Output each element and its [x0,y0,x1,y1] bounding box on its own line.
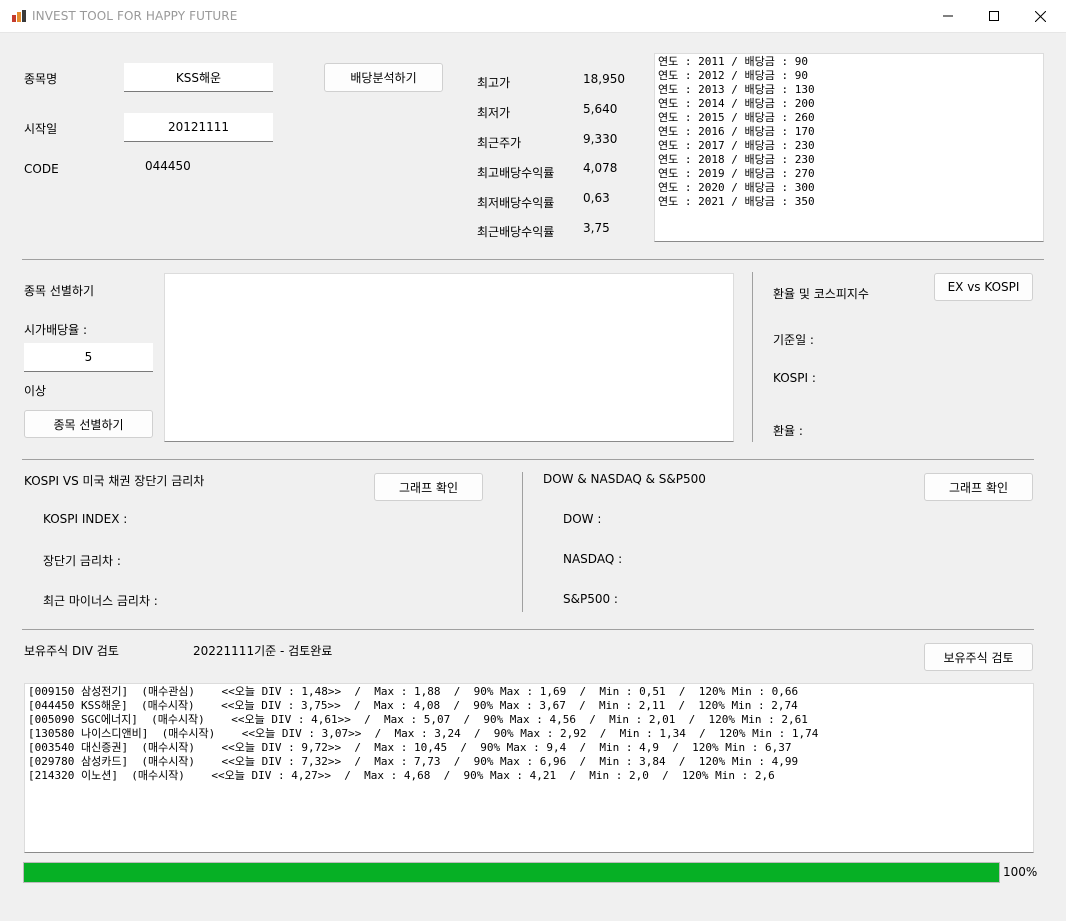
ex-vs-kospi-button[interactable]: EX vs KOSPI [934,273,1033,301]
divider [22,629,1034,630]
code-label: CODE [24,162,59,176]
stat-value-min-yield: 0,63 [583,191,610,205]
dividend-line: 연도 : 2017 / 배당금 : 230 [658,139,815,152]
dividend-line: 연도 : 2019 / 배당금 : 270 [658,167,815,180]
analyze-dividend-button[interactable]: 배당분석하기 [324,63,443,92]
screening-result-textbox[interactable] [164,273,734,442]
progress-bar [23,862,1000,883]
holdings-result-textbox[interactable]: [009150 삼성전기] (매수관심) <<오늘 DIV : 1,48>> /… [24,683,1034,853]
maximize-icon [989,11,999,21]
holding-line: [214320 이노션] (매수시작) <<오늘 DIV : 4,27>> / … [28,769,775,782]
dow-label: DOW : [563,512,602,526]
dividend-line: 연도 : 2011 / 배당금 : 90 [658,55,808,68]
holding-line: [044450 KSS해운] (매수시작) <<오늘 DIV : 3,75>> … [28,699,798,712]
dividend-line: 연도 : 2015 / 배당금 : 260 [658,111,815,124]
holding-line: [029780 삼성카드] (매수시작) <<오늘 DIV : 7,32>> /… [28,755,799,768]
progress-label: 100% [1003,865,1038,879]
holding-line: [009150 삼성전기] (매수관심) <<오늘 DIV : 1,48>> /… [28,685,799,698]
dividend-line: 연도 : 2021 / 배당금 : 350 [658,195,815,208]
dividend-line: 연도 : 2016 / 배당금 : 170 [658,125,815,138]
stat-value-recent-yield: 3,75 [583,221,610,235]
screening-title: 종목 선별하기 [24,284,95,298]
kospi-bond-title: KOSPI VS 미국 채권 장단기 금리차 [24,474,205,488]
holding-line: [130580 나이스디앤비] (매수시작) <<오늘 DIV : 3,07>>… [28,727,819,740]
us-index-title: DOW & NASDAQ & S&P500 [543,472,706,486]
base-date-label: 기준일 : [773,333,814,347]
yield-label: 시가배당율 : [24,323,88,337]
us-index-graph-button[interactable]: 그래프 확인 [924,473,1033,501]
stat-value-max-yield: 4,078 [583,161,618,175]
stat-label-high: 최고가 [477,76,511,90]
app-icon [12,10,26,22]
stat-label-max-yield: 최고배당수익률 [477,166,555,180]
stat-label-low: 최저가 [477,106,511,120]
close-button[interactable] [1017,0,1063,32]
minimize-button[interactable] [925,0,971,32]
dividend-line: 연도 : 2014 / 배당금 : 200 [658,97,815,110]
divider [22,259,1044,260]
screen-stocks-button[interactable]: 종목 선별하기 [24,410,153,438]
code-value: 044450 [145,159,191,173]
dividend-line: 연도 : 2013 / 배당금 : 130 [658,83,815,96]
stock-name-label: 종목명 [24,72,58,86]
progress-fill [24,863,999,882]
stat-label-recent-price: 최근주가 [477,136,522,150]
divider [752,272,753,442]
exchange-rate-label: 환율 : [773,424,803,438]
dividend-history-textbox[interactable]: 연도 : 2011 / 배당금 : 90 연도 : 2012 / 배당금 : 9… [654,53,1044,242]
stat-label-min-yield: 최저배당수익률 [477,196,555,210]
nasdaq-label: NASDAQ : [563,552,623,566]
stat-label-recent-yield: 최근배당수익률 [477,225,555,239]
divider [522,472,523,612]
close-icon [1034,10,1046,22]
holdings-title: 보유주식 DIV 검토 [24,644,119,658]
stat-value-high: 18,950 [583,72,625,86]
kospi-label: KOSPI : [773,371,816,385]
review-holdings-button[interactable]: 보유주식 검토 [924,643,1033,671]
exchange-title: 환율 및 코스피지수 [773,287,869,301]
dividend-line: 연도 : 2018 / 배당금 : 230 [658,153,815,166]
yield-input[interactable]: 5 [24,343,153,372]
kospi-index-label: KOSPI INDEX : [43,512,128,526]
divider [22,459,1034,460]
kospi-graph-button[interactable]: 그래프 확인 [374,473,483,501]
dividend-line: 연도 : 2020 / 배당금 : 300 [658,181,815,194]
dividend-line: 연도 : 2012 / 배당금 : 90 [658,69,808,82]
holding-line: [003540 대신증권] (매수시작) <<오늘 DIV : 9,72>> /… [28,741,792,754]
sp500-label: S&P500 : [563,592,618,606]
minimize-icon [943,15,953,17]
holdings-status: 20221111기준 - 검토완료 [193,644,333,658]
start-date-input[interactable]: 20121111 [124,113,273,142]
stat-value-low: 5,640 [583,102,618,116]
title-bar[interactable]: INVEST TOOL FOR HAPPY FUTURE [0,0,1066,33]
maximize-button[interactable] [971,0,1017,32]
stock-name-input[interactable]: KSS해운 [124,63,273,92]
stat-value-recent-price: 9,330 [583,132,618,146]
above-label: 이상 [24,384,47,398]
window-title: INVEST TOOL FOR HAPPY FUTURE [32,9,238,23]
negative-spread-label: 최근 마이너스 금리차 : [43,594,158,608]
start-date-label: 시작일 [24,122,58,136]
yield-spread-label: 장단기 금리차 : [43,554,121,568]
holding-line: [005090 SGC에너지] (매수시작) <<오늘 DIV : 4,61>>… [28,713,808,726]
